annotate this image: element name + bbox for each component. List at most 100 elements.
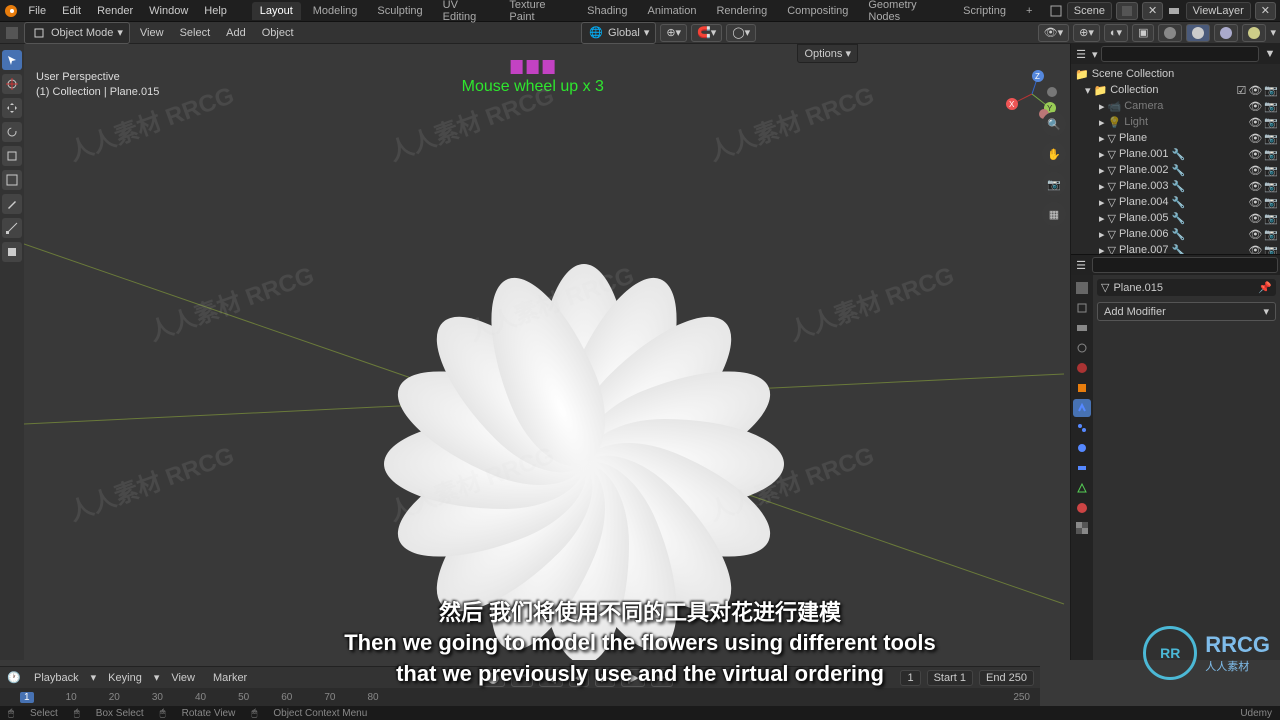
tab-rendering[interactable]: Rendering <box>708 2 775 20</box>
menu-file[interactable]: File <box>22 3 52 19</box>
add-menu[interactable]: Add <box>220 25 252 41</box>
ptab-output[interactable] <box>1073 299 1091 317</box>
mode-dropdown[interactable]: Object Mode ▾ <box>24 22 130 44</box>
move-tool[interactable] <box>2 98 22 118</box>
outliner-item-plane-001[interactable]: ▸▽Plane.001🔧👁📷 <box>1071 146 1280 162</box>
eye-icon[interactable]: 👁 <box>1248 212 1262 225</box>
add-modifier-dropdown[interactable]: Add Modifier ▾ <box>1097 302 1276 321</box>
scene-collection-row[interactable]: 📁 Scene Collection <box>1071 66 1280 82</box>
camera-gizmo[interactable]: 📷 <box>1042 172 1066 196</box>
tab-add[interactable]: + <box>1018 2 1040 20</box>
current-frame-field[interactable]: 1 <box>900 670 920 686</box>
pan-gizmo[interactable]: ✋ <box>1042 142 1066 166</box>
jump-end-button[interactable]: ⏭ <box>651 669 673 687</box>
menu-edit[interactable]: Edit <box>56 3 87 19</box>
disclosure-icon[interactable]: ▸ <box>1099 180 1105 193</box>
disclosure-icon[interactable]: ▸ <box>1099 196 1105 209</box>
chevron-down-icon[interactable]: ▾ <box>1092 48 1098 61</box>
cursor-tool[interactable] <box>2 74 22 94</box>
disclosure-icon[interactable]: ▸ <box>1099 148 1105 161</box>
view-menu[interactable]: View <box>134 25 170 41</box>
play-reverse-button[interactable]: ◀ <box>569 669 589 687</box>
ptab-particles[interactable] <box>1073 419 1091 437</box>
render-icon[interactable]: 📷 <box>1264 84 1278 97</box>
annotate-tool[interactable] <box>2 194 22 214</box>
render-icon[interactable]: 📷 <box>1264 164 1278 177</box>
view-menu[interactable]: View <box>165 670 201 686</box>
editor-type-icon[interactable] <box>4 25 20 41</box>
props-search[interactable] <box>1092 257 1278 273</box>
snap-button[interactable]: 🧲▾ <box>691 24 722 42</box>
render-icon[interactable]: 📷 <box>1264 212 1278 225</box>
measure-tool[interactable] <box>2 218 22 238</box>
rotate-tool[interactable] <box>2 122 22 142</box>
render-icon[interactable]: 📷 <box>1264 244 1278 255</box>
playhead-frame[interactable]: 1 <box>20 692 34 703</box>
shading-matprev[interactable] <box>1214 24 1238 42</box>
ptab-object[interactable] <box>1073 379 1091 397</box>
eye-icon[interactable]: 👁 <box>1248 148 1262 161</box>
ptab-physics[interactable] <box>1073 439 1091 457</box>
prev-key-button[interactable]: ◀| <box>539 669 562 687</box>
tab-modeling[interactable]: Modeling <box>305 2 366 20</box>
disclosure-icon[interactable]: ▸ <box>1099 100 1105 113</box>
outliner-item-plane[interactable]: ▸▽Plane👁📷 <box>1071 130 1280 146</box>
outliner-item-plane-002[interactable]: ▸▽Plane.002🔧👁📷 <box>1071 162 1280 178</box>
visibility-button[interactable]: 👁▾ <box>1038 24 1070 42</box>
render-icon[interactable]: 📷 <box>1264 180 1278 193</box>
xray-button[interactable]: ▣ <box>1132 24 1154 42</box>
render-icon[interactable]: 📷 <box>1264 100 1278 113</box>
ptab-viewlayer[interactable] <box>1073 319 1091 337</box>
ptab-constraints[interactable] <box>1073 459 1091 477</box>
play-button[interactable]: ▶ <box>595 669 615 687</box>
menu-render[interactable]: Render <box>91 3 139 19</box>
start-frame-field[interactable]: Start 1 <box>927 670 973 686</box>
pin-icon[interactable]: 📌 <box>1258 281 1272 294</box>
end-frame-field[interactable]: End 250 <box>979 670 1034 686</box>
menu-window[interactable]: Window <box>143 3 194 19</box>
gizmo-button[interactable]: ⊕▾ <box>1073 24 1100 42</box>
object-menu[interactable]: Object <box>256 25 300 41</box>
editor-type-icon[interactable]: ☰ <box>1073 257 1089 273</box>
marker-menu[interactable]: Marker <box>207 670 253 686</box>
outliner-item-camera[interactable]: ▸📹Camera👁📷 <box>1071 98 1280 114</box>
editor-type-icon[interactable]: 🕐 <box>6 670 22 686</box>
select-tool[interactable] <box>2 50 22 70</box>
scene-new-button[interactable] <box>1116 2 1138 20</box>
add-cube-tool[interactable] <box>2 242 22 262</box>
collection-row[interactable]: ▾ 📁 Collection ☑👁📷 <box>1071 82 1280 98</box>
eye-icon[interactable]: 👁 <box>1248 244 1262 255</box>
transform-tool[interactable] <box>2 170 22 190</box>
autokey-button[interactable]: ⬤ <box>481 669 505 687</box>
render-icon[interactable]: 📷 <box>1264 228 1278 241</box>
disclosure-icon[interactable]: ▸ <box>1099 212 1105 225</box>
jump-start-button[interactable]: ⏮ <box>511 669 533 687</box>
tab-uv-editing[interactable]: UV Editing <box>435 0 498 26</box>
disclosure-icon[interactable]: ▸ <box>1099 164 1105 177</box>
proportional-button[interactable]: ◯▾ <box>726 24 756 42</box>
ptab-material[interactable] <box>1073 499 1091 517</box>
outliner-search[interactable] <box>1101 46 1259 62</box>
select-menu[interactable]: Select <box>174 25 217 41</box>
outliner-item-plane-006[interactable]: ▸▽Plane.006🔧👁📷 <box>1071 226 1280 242</box>
overlay-button[interactable]: ◐▾ <box>1104 24 1128 42</box>
render-icon[interactable]: 📷 <box>1264 148 1278 161</box>
timeline-ruler[interactable]: 1 10 20 30 40 50 60 70 80 250 <box>0 688 1040 706</box>
outliner-item-plane-007[interactable]: ▸▽Plane.007🔧👁📷 <box>1071 242 1280 254</box>
shading-solid[interactable] <box>1186 24 1210 42</box>
tab-geometry-nodes[interactable]: Geometry Nodes <box>860 0 951 26</box>
viewlayer-field[interactable]: ViewLayer <box>1186 2 1251 20</box>
tab-compositing[interactable]: Compositing <box>779 2 856 20</box>
viewport-3d[interactable]: User Perspective (1) Collection | Plane.… <box>24 44 1070 660</box>
disclosure-icon[interactable]: ▸ <box>1099 228 1105 241</box>
render-icon[interactable]: 📷 <box>1264 116 1278 129</box>
ptab-scene[interactable] <box>1073 339 1091 357</box>
outliner-item-light[interactable]: ▸💡Light👁📷 <box>1071 114 1280 130</box>
orientation-dropdown[interactable]: 🌐 Global ▾ <box>581 22 656 44</box>
eye-icon[interactable]: 👁 <box>1248 180 1262 193</box>
scene-delete-button[interactable]: ✕ <box>1142 2 1163 20</box>
ptab-world[interactable] <box>1073 359 1091 377</box>
shading-rendered[interactable] <box>1242 24 1266 42</box>
scene-field[interactable]: Scene <box>1067 2 1112 20</box>
eye-icon[interactable]: 👁 <box>1248 100 1262 113</box>
